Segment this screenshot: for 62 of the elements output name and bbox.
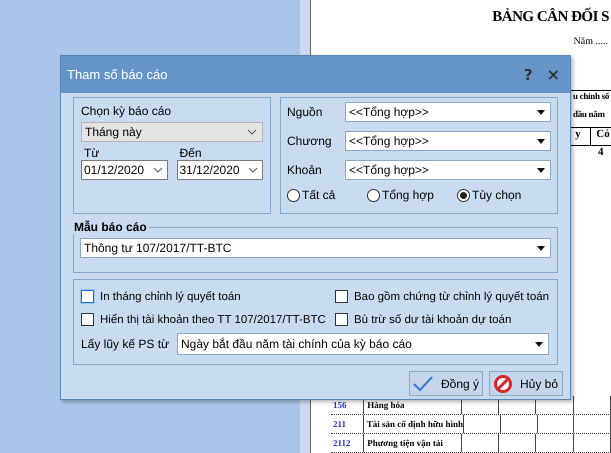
scope-radio[interactable]: Tổng hợp [367, 188, 457, 202]
filter-dropdown[interactable]: <<Tổng hợp>> [345, 131, 551, 151]
radio-label: Tất cả [302, 188, 336, 202]
checkbox-option[interactable]: Hiển thị tài khoản theo TT 107/2017/TT-BTC [81, 313, 335, 326]
filter-dropdown[interactable]: <<Tổng hợp>> [345, 160, 551, 180]
account-code: 211 [331, 415, 364, 433]
filter-label: Chương [287, 134, 333, 148]
dropdown-arrow-icon [535, 342, 543, 346]
report-title: BẢNG CÂN ĐỐI S [492, 9, 609, 26]
checkmark-icon [412, 376, 433, 392]
chevron-down-icon [248, 167, 258, 173]
radio-circle[interactable] [287, 188, 300, 202]
year-label: Năm ..... [574, 36, 608, 47]
checkbox[interactable] [335, 313, 348, 326]
to-label: Đến [178, 146, 203, 160]
radio-label: Tùy chọn [472, 188, 522, 202]
checkbox-label: In tháng chỉnh lý quyết toán [100, 290, 241, 302]
accumulate-label: Lấy lũy kế PS từ [81, 337, 170, 351]
checkbox-option[interactable]: Bù trừ số dư tài khoản dự toán [335, 313, 550, 326]
checkbox[interactable] [81, 313, 94, 326]
prohibited-icon [494, 374, 512, 392]
template-legend: Mẫu báo cáo [72, 220, 149, 234]
close-button[interactable]: × [542, 65, 564, 84]
checkbox-option[interactable]: Bao gồm chứng từ chỉnh lý quyết toán [335, 290, 550, 303]
checkbox-label: Bao gồm chứng từ chỉnh lý quyết toán [354, 290, 550, 302]
scope-radio[interactable]: Tất cả [287, 188, 367, 202]
column-header: u chỉnh số [573, 91, 610, 101]
account-name: Phương tiện vận tải [364, 434, 462, 452]
account-code: 2112 [331, 434, 364, 452]
filter-label: Khoản [287, 163, 323, 177]
checkbox[interactable] [81, 290, 94, 303]
cancel-button[interactable]: Hủy bỏ [489, 371, 563, 396]
checkbox-option[interactable]: In tháng chỉnh lý quyết toán [81, 290, 335, 303]
account-name: Tài sản cố định hữu hình [364, 415, 464, 433]
period-label: Chọn kỳ báo cáo [81, 104, 172, 118]
radio-circle[interactable] [457, 188, 470, 202]
chevron-down-icon [152, 167, 162, 173]
ok-button[interactable]: Đồng ý [409, 371, 483, 396]
to-date-picker[interactable]: 31/12/2020 [176, 160, 263, 180]
checkbox-label: Hiển thị tài khoản theo TT 107/2017/TT-BTC [100, 314, 326, 326]
checkbox-label: Bù trừ số dư tài khoản dự toán [354, 314, 512, 326]
column-header: đầu năm [573, 109, 605, 119]
from-label: Từ [83, 146, 100, 160]
filter-dropdown[interactable]: <<Tổng hợp>> [345, 102, 551, 122]
chevron-down-icon [247, 129, 257, 135]
template-dropdown[interactable]: Thông tư 107/2017/TT-BTC [80, 238, 551, 258]
scope-radio[interactable]: Tùy chọn [457, 188, 537, 202]
dropdown-arrow-icon [537, 168, 545, 172]
dropdown-arrow-icon [537, 138, 545, 144]
radio-circle[interactable] [367, 188, 380, 202]
radio-label: Tổng hợp [382, 188, 434, 202]
filter-label: Nguồn [287, 105, 324, 119]
dropdown-arrow-icon [537, 246, 545, 250]
window-title: Tham số báo cáo [67, 67, 168, 82]
dropdown-arrow-icon [537, 110, 545, 114]
period-dropdown[interactable]: Tháng này [81, 122, 263, 142]
accumulate-dropdown[interactable]: Ngày bắt đầu năm tài chính của kỳ báo cáo [177, 333, 549, 355]
column-number: 4 [598, 146, 604, 158]
checkbox[interactable] [335, 290, 348, 303]
column-header: Có [590, 128, 611, 145]
help-button[interactable]: ? [520, 66, 537, 84]
from-date-picker[interactable]: 01/12/2020 [81, 160, 168, 180]
